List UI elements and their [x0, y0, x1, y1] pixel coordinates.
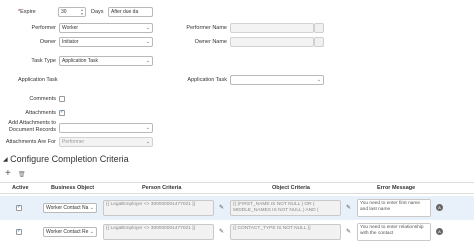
person-criteria-field[interactable]: {{ LegalEmployer <> 300000001477021 }} — [103, 200, 214, 216]
owner-select[interactable]: Initiator ⌄ — [59, 37, 153, 47]
task-type-select[interactable]: Application Task ⌄ — [59, 56, 153, 66]
attachments-are-for-label: Attachments Are For — [5, 139, 56, 145]
add-icon[interactable]: + — [5, 169, 11, 179]
comments-checkbox[interactable] — [59, 96, 65, 102]
error-message-field[interactable]: You need to enter relationship with the … — [357, 223, 431, 241]
person-criteria-field[interactable]: {{ LegalEmployer <> 300000001477021 }} — [103, 224, 214, 240]
object-criteria-field[interactable]: {{ CONTACT_TYPE IS NOT NULL }} — [230, 224, 341, 240]
chevron-down-icon: ⌄ — [145, 39, 150, 45]
business-object-select[interactable]: Worker Contact Na ⌄ — [43, 203, 97, 213]
header-business-object: Business Object — [51, 185, 95, 191]
chevron-down-icon: ⌄ — [145, 58, 150, 64]
edit-object-criteria-icon[interactable]: ✎ — [346, 204, 351, 211]
header-object-criteria: Object Criteria — [272, 185, 310, 191]
error-message-field[interactable]: You need to enter first name and last na… — [357, 199, 431, 217]
active-checkbox[interactable] — [16, 228, 22, 235]
translate-icon[interactable]: A — [436, 204, 443, 211]
translate-icon[interactable]: A — [436, 228, 443, 235]
application-task-select[interactable]: ⌄ — [230, 75, 324, 85]
header-bottom-rule — [0, 193, 474, 194]
chevron-down-icon: ⌄ — [145, 139, 150, 145]
application-task-left-label: Application Task — [18, 77, 58, 83]
expire-label: *Expire — [18, 9, 36, 15]
owner-name-input[interactable] — [230, 37, 314, 47]
chevron-down-icon: ⌄ — [145, 125, 150, 131]
edit-object-criteria-icon[interactable]: ✎ — [346, 228, 351, 235]
performer-select[interactable]: Worker ⌄ — [59, 23, 153, 33]
chevron-down-icon: ⌄ — [89, 205, 94, 211]
chevron-down-icon: ⌄ — [145, 25, 150, 31]
collapse-triangle-icon[interactable]: ◢ — [3, 157, 8, 163]
business-object-select[interactable]: Worker Contact Re ⌄ — [43, 227, 97, 237]
performer-name-label: Performer Name — [186, 25, 227, 31]
performer-label: Performer — [31, 25, 56, 31]
owner-name-label: Owner Name — [194, 39, 227, 45]
comments-label: Comments — [29, 96, 56, 102]
edit-person-criteria-icon[interactable]: ✎ — [219, 204, 224, 211]
owner-name-search-button[interactable] — [314, 37, 324, 47]
expire-when-select[interactable]: After due da — [108, 7, 153, 17]
attachments-checkbox[interactable] — [59, 109, 65, 116]
chevron-down-icon: ⌄ — [316, 77, 321, 83]
object-criteria-field[interactable]: {{ (FIRST_NAME IS NOT NULL ) OR ( MIDDLE… — [230, 200, 341, 216]
header-person-criteria: Person Criteria — [142, 185, 182, 191]
performer-name-input[interactable] — [230, 23, 314, 33]
table-row[interactable]: Worker Contact Re⌄ {{ LegalEmployer <> 3… — [0, 222, 474, 246]
section-title: ◢ Configure Completion Criteria — [3, 154, 129, 164]
attachments-are-for-select[interactable]: Performer ⌄ — [59, 137, 153, 147]
header-error-message: Error Message — [377, 185, 416, 191]
owner-label: Owner — [39, 39, 56, 45]
table-row[interactable]: Worker Contact Na⌄ {{ LegalEmployer <> 3… — [0, 196, 474, 220]
header-active: Active — [12, 185, 29, 191]
task-type-label: Task Type — [31, 58, 56, 64]
add-attachments-select[interactable]: ⌄ — [59, 123, 153, 133]
attachments-label: Attachments — [25, 110, 56, 116]
application-task-right-label: Application Task — [187, 77, 227, 83]
add-attachments-label: Add Attachments to Document Records — [8, 120, 56, 133]
performer-name-search-button[interactable] — [314, 23, 324, 33]
edit-person-criteria-icon[interactable]: ✎ — [219, 228, 224, 235]
days-label: Days — [91, 9, 104, 15]
delete-icon[interactable]: 🗑 — [18, 171, 26, 178]
chevron-down-icon: ⌄ — [89, 229, 94, 235]
table-header-rule — [0, 182, 474, 183]
expire-value-input[interactable]: 30 ▲ ▼ — [58, 7, 86, 17]
stepper-icon[interactable]: ▲ ▼ — [80, 8, 84, 16]
active-checkbox[interactable] — [16, 204, 22, 211]
